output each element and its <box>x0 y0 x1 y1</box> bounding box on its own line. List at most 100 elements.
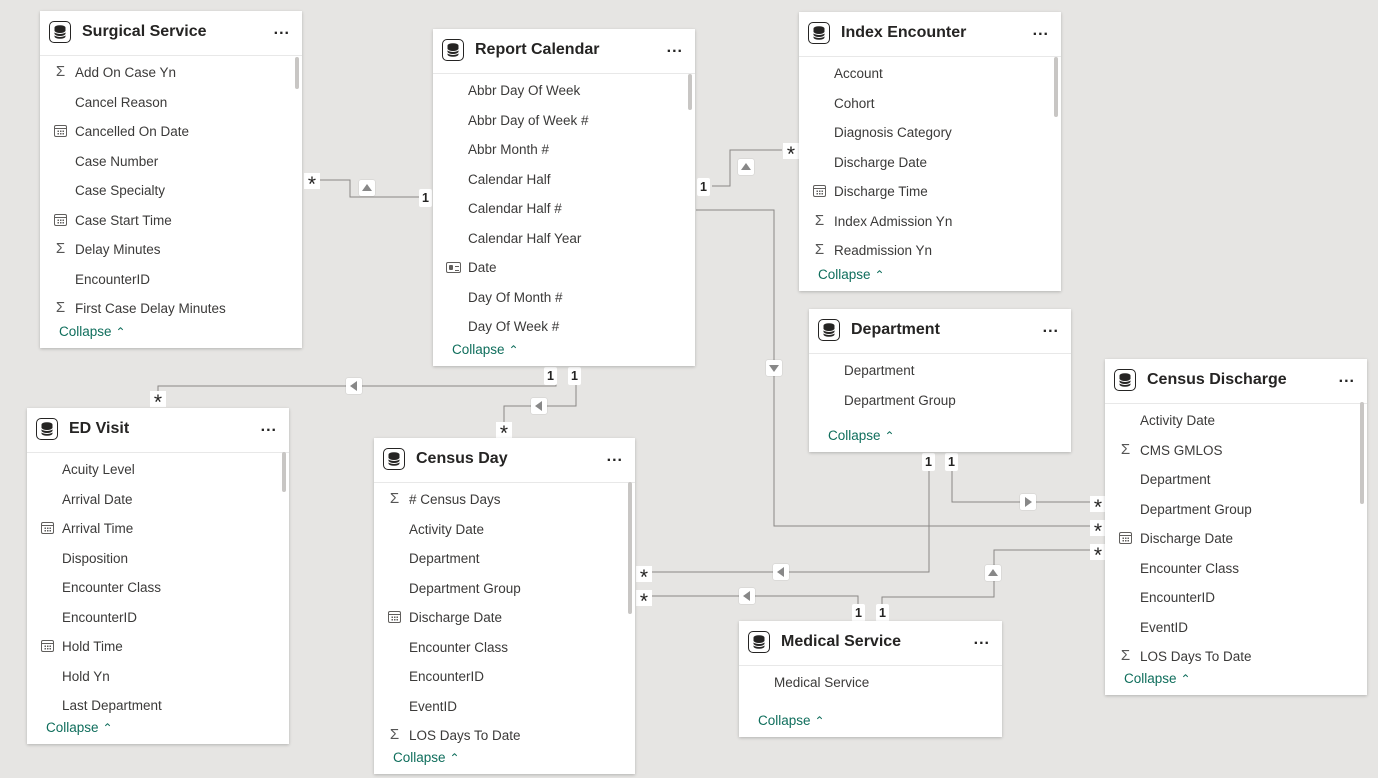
table-header[interactable]: Census Discharge... <box>1105 359 1367 404</box>
scrollbar-thumb[interactable] <box>1360 402 1364 504</box>
cross-filter-direction-icon[interactable] <box>346 378 362 394</box>
more-options-icon[interactable]: ... <box>974 631 990 649</box>
more-options-icon[interactable]: ... <box>1339 369 1355 387</box>
field-encounterid[interactable]: EncounterID <box>1105 583 1367 613</box>
collapse-button[interactable]: Collapse ⌃ <box>818 267 885 282</box>
field-calendar-half[interactable]: Calendar Half # <box>433 194 695 224</box>
cross-filter-direction-icon[interactable] <box>766 360 782 376</box>
field-list[interactable]: Acuity Level Arrival Date Arrival Time Disp… <box>27 453 289 718</box>
collapse-button[interactable]: Collapse ⌃ <box>393 750 460 765</box>
field-arrival-time[interactable]: Arrival Time <box>27 514 289 544</box>
scrollbar-thumb[interactable] <box>282 452 286 492</box>
collapse-button[interactable]: Collapse ⌃ <box>828 428 895 443</box>
field-arrival-date[interactable]: Arrival Date <box>27 485 289 515</box>
field-los-days-to-date[interactable]: Σ LOS Days To Date <box>1105 642 1367 669</box>
table-card-ed-visit[interactable]: ED Visit... Acuity Level Arrival Date Arriv… <box>27 408 289 744</box>
field-account[interactable]: Account <box>799 59 1061 89</box>
table-card-medical-service[interactable]: Medical Service... Medical Service Collaps… <box>739 621 1002 737</box>
table-header[interactable]: Report Calendar... <box>433 29 695 74</box>
field-department[interactable]: Department <box>809 356 1071 386</box>
cross-filter-direction-icon[interactable] <box>739 588 755 604</box>
cross-filter-direction-icon[interactable] <box>985 565 1001 581</box>
field-list[interactable]: Σ # Census Days Activity Date Department Dep… <box>374 483 635 748</box>
table-card-census-day[interactable]: Census Day... Σ # Census Days Activity Date… <box>374 438 635 774</box>
field-abbr-day-of-week[interactable]: Abbr Day of Week # <box>433 106 695 136</box>
scrollbar-thumb[interactable] <box>628 482 632 614</box>
table-card-index-encounter[interactable]: Index Encounter... Account Cohort Diagnosis… <box>799 12 1061 291</box>
table-header[interactable]: ED Visit... <box>27 408 289 453</box>
field-list[interactable]: Activity Date Σ CMS GMLOS Department Departm… <box>1105 404 1367 669</box>
more-options-icon[interactable]: ... <box>261 418 277 436</box>
table-header[interactable]: Department... <box>809 309 1071 354</box>
field-list[interactable]: Medical Service <box>739 666 1002 711</box>
field-discharge-date[interactable]: Discharge Date <box>799 148 1061 178</box>
field-encounterid[interactable]: EncounterID <box>40 265 302 295</box>
more-options-icon[interactable]: ... <box>274 21 290 39</box>
field-case-specialty[interactable]: Case Specialty <box>40 176 302 206</box>
field-encounter-class[interactable]: Encounter Class <box>27 573 289 603</box>
field-medical-service[interactable]: Medical Service <box>739 668 1002 698</box>
collapse-button[interactable]: Collapse ⌃ <box>46 720 113 735</box>
cross-filter-direction-icon[interactable] <box>738 159 754 175</box>
field-encounter-class[interactable]: Encounter Class <box>1105 554 1367 584</box>
field-list[interactable]: Σ Add On Case Yn Cancel Reason Cancelled On… <box>40 56 302 322</box>
field-department-group[interactable]: Department Group <box>809 386 1071 416</box>
field-department[interactable]: Department <box>1105 465 1367 495</box>
collapse-button[interactable]: Collapse ⌃ <box>59 324 126 339</box>
field-encounter-class[interactable]: Encounter Class <box>374 633 635 663</box>
field-readmission-yn[interactable]: Σ Readmission Yn <box>799 236 1061 265</box>
field-department-group[interactable]: Department Group <box>374 574 635 604</box>
field-add-on-case-yn[interactable]: Σ Add On Case Yn <box>40 58 302 88</box>
field-cancelled-on-date[interactable]: Cancelled On Date <box>40 117 302 147</box>
field-day-of-week[interactable]: Day Of Week # <box>433 312 695 340</box>
table-card-surgical-service[interactable]: Surgical Service... Σ Add On Case Yn Cancel… <box>40 11 302 348</box>
field-date[interactable]: Date <box>433 253 695 283</box>
table-header[interactable]: Census Day... <box>374 438 635 483</box>
field-case-number[interactable]: Case Number <box>40 147 302 177</box>
more-options-icon[interactable]: ... <box>1033 22 1049 40</box>
table-card-report-calendar[interactable]: Report Calendar... Abbr Day Of Week Abbr D… <box>433 29 695 366</box>
field-eventid[interactable]: EventID <box>1105 613 1367 643</box>
collapse-button[interactable]: Collapse ⌃ <box>452 342 519 357</box>
field-list[interactable]: Abbr Day Of Week Abbr Day of Week # Abbr M… <box>433 74 695 340</box>
field-case-start-time[interactable]: Case Start Time <box>40 206 302 236</box>
field-los-days-to-date[interactable]: Σ LOS Days To Date <box>374 721 635 748</box>
field-encounterid[interactable]: EncounterID <box>27 603 289 633</box>
cross-filter-direction-icon[interactable] <box>531 398 547 414</box>
table-header[interactable]: Index Encounter... <box>799 12 1061 57</box>
field-activity-date[interactable]: Activity Date <box>374 515 635 545</box>
field-calendar-half-year[interactable]: Calendar Half Year <box>433 224 695 254</box>
field-last-department[interactable]: Last Department <box>27 691 289 718</box>
cross-filter-direction-icon[interactable] <box>1020 494 1036 510</box>
scrollbar-thumb[interactable] <box>1054 57 1058 117</box>
cross-filter-direction-icon[interactable] <box>359 180 375 196</box>
field-hold-yn[interactable]: Hold Yn <box>27 662 289 692</box>
collapse-button[interactable]: Collapse ⌃ <box>1124 671 1191 686</box>
field-abbr-month[interactable]: Abbr Month # <box>433 135 695 165</box>
field-encounterid[interactable]: EncounterID <box>374 662 635 692</box>
field-index-admission-yn[interactable]: Σ Index Admission Yn <box>799 207 1061 237</box>
field-delay-minutes[interactable]: Σ Delay Minutes <box>40 235 302 265</box>
field-first-case-delay-minutes[interactable]: Σ First Case Delay Minutes <box>40 294 302 322</box>
collapse-button[interactable]: Collapse ⌃ <box>758 713 825 728</box>
more-options-icon[interactable]: ... <box>1043 319 1059 337</box>
field-discharge-date[interactable]: Discharge Date <box>374 603 635 633</box>
field-discharge-time[interactable]: Discharge Time <box>799 177 1061 207</box>
field-hold-time[interactable]: Hold Time <box>27 632 289 662</box>
field-calendar-half[interactable]: Calendar Half <box>433 165 695 195</box>
field-eventid[interactable]: EventID <box>374 692 635 722</box>
more-options-icon[interactable]: ... <box>667 39 683 57</box>
field-department-group[interactable]: Department Group <box>1105 495 1367 525</box>
field-abbr-day-of-week[interactable]: Abbr Day Of Week <box>433 76 695 106</box>
table-card-census-discharge[interactable]: Census Discharge... Activity Date Σ CMS GML… <box>1105 359 1367 695</box>
field-diagnosis-category[interactable]: Diagnosis Category <box>799 118 1061 148</box>
field-department[interactable]: Department <box>374 544 635 574</box>
field-cancel-reason[interactable]: Cancel Reason <box>40 88 302 118</box>
cross-filter-direction-icon[interactable] <box>773 564 789 580</box>
table-header[interactable]: Medical Service... <box>739 621 1002 666</box>
scrollbar-thumb[interactable] <box>688 74 692 110</box>
field-cohort[interactable]: Cohort <box>799 89 1061 119</box>
table-card-department[interactable]: Department... Department Department Group C… <box>809 309 1071 452</box>
field-list[interactable]: Department Department Group <box>809 354 1071 426</box>
more-options-icon[interactable]: ... <box>607 448 623 466</box>
